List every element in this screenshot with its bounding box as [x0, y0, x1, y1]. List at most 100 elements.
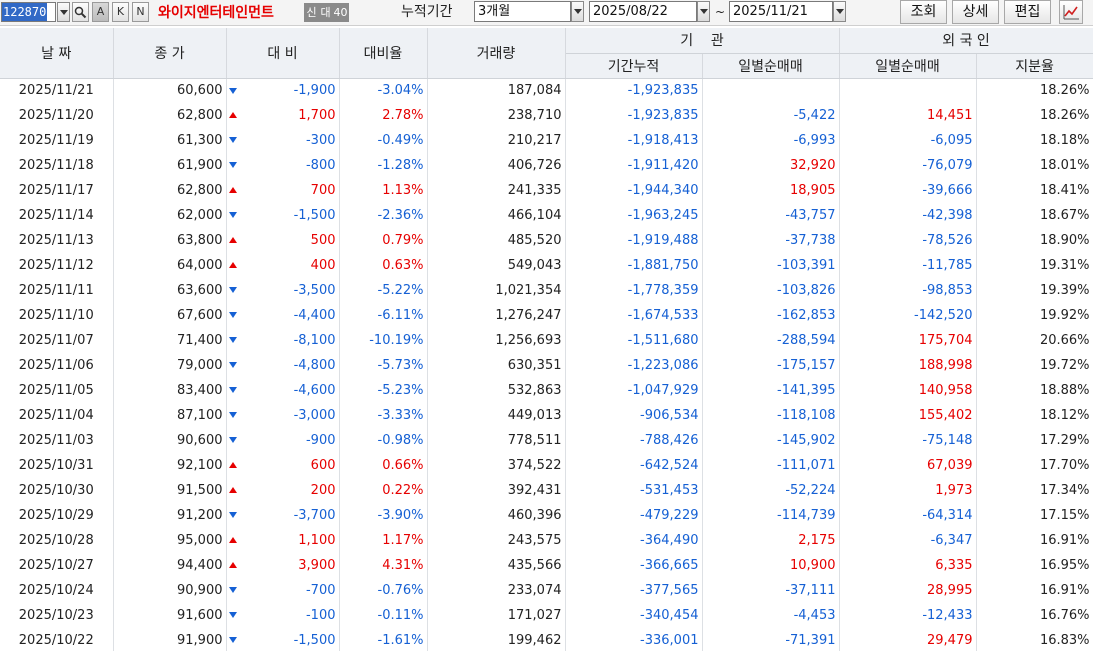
cell-inst-daily: -71,391: [702, 628, 840, 651]
cell-close-value: 62,800: [177, 108, 223, 123]
table-row[interactable]: 2025/10/24 90,900 -700 -0.76% 233,074 -377,56…: [0, 578, 1093, 603]
cell-date-value: 2025/10/23: [18, 608, 94, 623]
query-button[interactable]: 조회: [900, 0, 947, 24]
header-inst-cumulative[interactable]: 기간누적: [565, 53, 703, 79]
table-row[interactable]: 2025/11/03 90,600 -900 -0.98% 778,511 -788,42…: [0, 428, 1093, 453]
cell-inst-cumulative-value: -1,963,245: [627, 208, 699, 223]
triangle-up-icon: [228, 262, 237, 268]
cell-change: -100: [226, 603, 340, 628]
mode-k-button[interactable]: K: [112, 2, 129, 22]
cell-date-value: 2025/11/05: [18, 383, 94, 398]
table-row[interactable]: 2025/11/21 60,600 -1,900 -3.04% 187,084 -1,92…: [0, 78, 1093, 103]
period-label: 누적기간: [401, 4, 453, 20]
table-row[interactable]: 2025/11/19 61,300 -300 -0.49% 210,217 -1,918,…: [0, 128, 1093, 153]
cell-change-rate: -0.98%: [339, 428, 428, 453]
header-date[interactable]: 날 짜: [0, 28, 114, 79]
cell-inst-daily: -118,108: [702, 403, 840, 428]
cell-volume: 241,335: [427, 178, 566, 203]
cell-inst-daily: -6,993: [702, 128, 840, 153]
cell-inst-daily-value: -37,111: [785, 583, 836, 598]
search-button[interactable]: [72, 2, 89, 22]
cell-frgn-daily: -142,520: [839, 303, 977, 328]
header-change-rate[interactable]: 대비율: [339, 28, 428, 79]
chart-button[interactable]: [1059, 0, 1083, 24]
cell-date: 2025/11/20: [0, 103, 114, 128]
cell-change-rate-value: -2.36%: [377, 208, 424, 223]
stock-code-input[interactable]: 122870: [1, 2, 56, 22]
triangle-down-icon: [228, 212, 237, 218]
cell-volume: 549,043: [427, 253, 566, 278]
cell-frgn-daily-value: -75,148: [922, 433, 973, 448]
header-change[interactable]: 대 비: [226, 28, 340, 79]
cell-frgn-daily: 14,451: [839, 103, 977, 128]
table-row[interactable]: 2025/11/05 83,400 -4,600 -5.23% 532,863 -1,04…: [0, 378, 1093, 403]
header-volume[interactable]: 거래량: [427, 28, 566, 79]
cell-inst-cumulative-value: -1,881,750: [627, 258, 699, 273]
cell-frgn-ratio: 17.15%: [976, 503, 1093, 528]
cell-volume-value: 460,396: [507, 508, 562, 523]
detail-button[interactable]: 상세: [952, 0, 999, 24]
cell-frgn-daily-value: -39,666: [922, 183, 973, 198]
triangle-up-icon: [228, 537, 237, 543]
table-row[interactable]: 2025/10/28 95,000 1,100 1.17% 243,575 -364,49…: [0, 528, 1093, 553]
table-row[interactable]: 2025/10/29 91,200 -3,700 -3.90% 460,396 -479,…: [0, 503, 1093, 528]
end-date-dropdown-button[interactable]: [833, 1, 846, 22]
cell-change: 700: [226, 178, 340, 203]
stock-code-dropdown-button[interactable]: [57, 2, 70, 22]
credit-tag: 신: [304, 3, 319, 22]
table-row[interactable]: 2025/11/06 79,000 -4,800 -5.73% 630,351 -1,22…: [0, 353, 1093, 378]
header-foreign[interactable]: 외 국 인: [839, 28, 1093, 54]
cell-close-value: 63,800: [177, 233, 223, 248]
cell-close-value: 90,600: [177, 433, 223, 448]
table-row[interactable]: 2025/11/12 64,000 400 0.63% 549,043 -1,881,75…: [0, 253, 1093, 278]
table-row[interactable]: 2025/11/13 63,800 500 0.79% 485,520 -1,919,48…: [0, 228, 1093, 253]
table-row[interactable]: 2025/11/10 67,600 -4,400 -6.11% 1,276,247 -1,…: [0, 303, 1093, 328]
cell-frgn-ratio-value: 17.34%: [1039, 483, 1090, 498]
cell-frgn-ratio: 18.18%: [976, 128, 1093, 153]
header-inst-daily[interactable]: 일별순매매: [702, 53, 840, 79]
period-dropdown-button[interactable]: [571, 1, 584, 22]
cell-change-rate-value: 0.22%: [382, 483, 424, 498]
start-date-dropdown-button[interactable]: [697, 1, 710, 22]
cell-inst-cumulative-value: -479,229: [640, 508, 699, 523]
cell-change-value: 3,900: [298, 558, 336, 573]
header-institution[interactable]: 기 관: [565, 28, 840, 54]
mode-a-button[interactable]: A: [92, 2, 109, 22]
header-frgn-daily[interactable]: 일별순매매: [839, 53, 977, 79]
cell-volume: 485,520: [427, 228, 566, 253]
mode-n-button[interactable]: N: [132, 2, 149, 22]
cell-change-rate-value: 0.79%: [382, 233, 424, 248]
header-close[interactable]: 종 가: [113, 28, 227, 79]
cell-volume-value: 238,710: [507, 108, 562, 123]
table-row[interactable]: 2025/10/22 91,900 -1,500 -1.61% 199,462 -336,…: [0, 628, 1093, 651]
table-row[interactable]: 2025/10/30 91,500 200 0.22% 392,431 -531,453 -…: [0, 478, 1093, 503]
cell-change-rate-value: 0.66%: [382, 458, 424, 473]
table-row[interactable]: 2025/11/14 62,000 -1,500 -2.36% 466,104 -1,96…: [0, 203, 1093, 228]
start-date-field[interactable]: 2025/08/22: [589, 1, 697, 22]
cell-volume: 187,084: [427, 78, 566, 103]
cell-change-rate: -6.11%: [339, 303, 428, 328]
cell-close: 87,100: [113, 403, 227, 428]
cell-volume: 171,027: [427, 603, 566, 628]
end-date-field[interactable]: 2025/11/21: [729, 1, 833, 22]
edit-button[interactable]: 편집: [1004, 0, 1051, 24]
table-row[interactable]: 2025/10/31 92,100 600 0.66% 374,522 -642,524 -…: [0, 453, 1093, 478]
cell-close-value: 60,600: [177, 83, 223, 99]
table-row[interactable]: 2025/11/04 87,100 -3,000 -3.33% 449,013 -906,…: [0, 403, 1093, 428]
table-row[interactable]: 2025/11/07 71,400 -8,100 -10.19% 1,256,693 -1…: [0, 328, 1093, 353]
table-row[interactable]: 2025/11/17 62,800 700 1.13% 241,335 -1,944,34…: [0, 178, 1093, 203]
cell-inst-daily-value: 32,920: [790, 158, 836, 173]
cell-change-rate: -0.76%: [339, 578, 428, 603]
cell-inst-cumulative-value: -1,778,359: [627, 283, 699, 298]
cell-date-value: 2025/10/28: [18, 533, 94, 548]
table-row[interactable]: 2025/10/27 94,400 3,900 4.31% 435,566 -366,66…: [0, 553, 1093, 578]
cell-change-rate-value: 2.78%: [382, 108, 424, 123]
cell-frgn-daily-value: -6,347: [930, 533, 973, 548]
table-row[interactable]: 2025/11/20 62,800 1,700 2.78% 238,710 -1,923,…: [0, 103, 1093, 128]
cell-date-value: 2025/10/24: [18, 583, 94, 598]
header-frgn-ratio[interactable]: 지분율: [976, 53, 1093, 79]
table-row[interactable]: 2025/11/18 61,900 -800 -1.28% 406,726 -1,911,…: [0, 153, 1093, 178]
table-row[interactable]: 2025/10/23 91,600 -100 -0.11% 171,027 -340,45…: [0, 603, 1093, 628]
table-row[interactable]: 2025/11/11 63,600 -3,500 -5.22% 1,021,354 -1,…: [0, 278, 1093, 303]
period-select[interactable]: 3개월: [474, 1, 571, 22]
